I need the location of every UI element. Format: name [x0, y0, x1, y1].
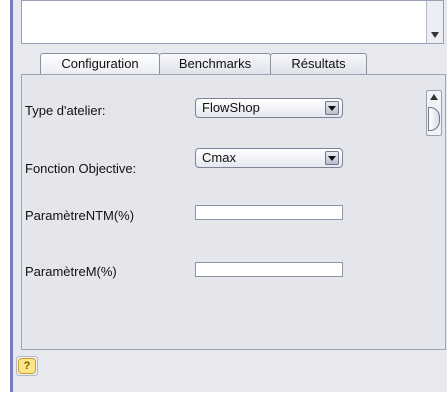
tab-benchmarks[interactable]: Benchmarks [159, 53, 271, 74]
workshop-type-label: Type d'atelier: [25, 103, 106, 118]
scroll-up-icon[interactable] [430, 94, 438, 100]
objective-label: Fonction Objective: [25, 161, 137, 176]
scroll-thumb[interactable] [428, 107, 440, 131]
configuration-panel: Type d'atelier: FlowShop Fonction Object… [21, 74, 446, 350]
objective-select[interactable]: Cmax [195, 148, 343, 168]
param-m-label: ParamètreM(%) [25, 264, 117, 279]
chevron-down-icon[interactable] [325, 101, 339, 115]
chevron-down-icon[interactable] [325, 151, 339, 165]
panel-scrollbar[interactable] [426, 90, 442, 136]
top-scrollbar[interactable] [426, 1, 443, 43]
workshop-type-value: FlowShop [202, 100, 260, 115]
param-ntm-label: ParamètreNTM(%) [25, 208, 135, 223]
param-ntm-input[interactable] [195, 205, 343, 220]
workshop-type-select[interactable]: FlowShop [195, 98, 343, 118]
scroll-down-icon[interactable] [431, 32, 439, 38]
help-button[interactable]: ? [16, 356, 38, 376]
help-icon[interactable]: ? [18, 358, 36, 374]
main-window: Configuration Benchmarks Résultats Type … [10, 0, 447, 392]
top-text-area[interactable] [21, 0, 444, 44]
objective-value: Cmax [202, 150, 236, 165]
param-m-input[interactable] [195, 262, 343, 277]
tab-configuration[interactable]: Configuration [40, 53, 160, 75]
tab-resultats[interactable]: Résultats [270, 53, 367, 74]
